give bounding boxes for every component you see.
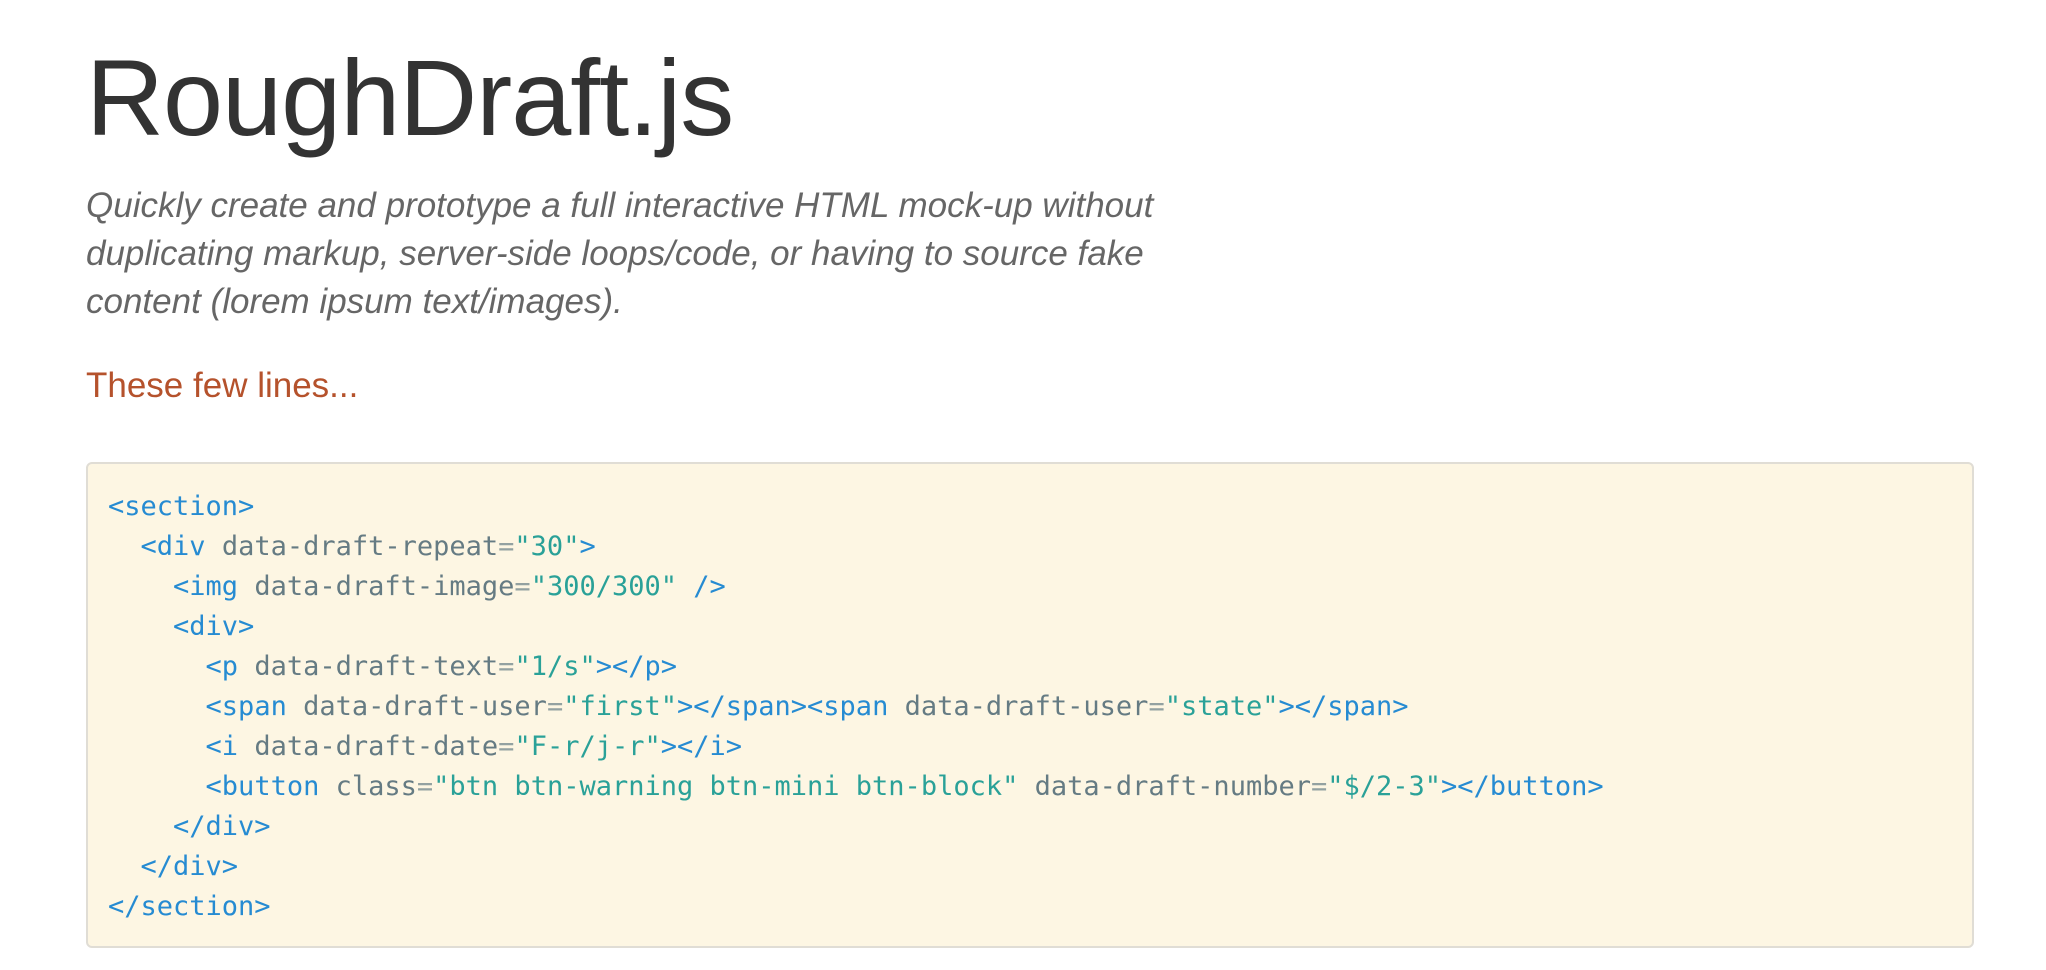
code-token-tag: <button — [205, 771, 320, 802]
code-token-str: "first" — [563, 691, 677, 722]
code-token-tag: </section> — [108, 891, 271, 922]
section-heading: These few lines... — [86, 366, 359, 405]
code-token-attr: data-draft-text — [254, 651, 499, 682]
code-token-attr: data-draft-number — [1034, 771, 1311, 802]
code-token-str: "btn btn-warning btn-mini btn-block" — [433, 771, 1019, 802]
code-token-str: "state" — [1164, 691, 1279, 722]
code-token-str: "$/2-3" — [1327, 771, 1442, 802]
code-line: </div> — [108, 847, 1952, 887]
code-token-eq: = — [416, 771, 434, 802]
code-token-str: "300/300" — [530, 571, 677, 602]
code-token-eq: = — [498, 651, 515, 682]
code-token-tag: <section> — [108, 491, 255, 522]
code-line: <p data-draft-text="1/s"></p> — [108, 647, 1952, 687]
code-token-str: "1/s" — [514, 651, 596, 682]
code-token-tag: ></p> — [595, 651, 677, 682]
page-title: RoughDraft.js — [86, 37, 734, 158]
code-token-tag: <p — [205, 651, 239, 682]
code-line: <div> — [108, 607, 1952, 647]
code-token-eq: = — [498, 731, 515, 762]
code-line: <button class="btn btn-warning btn-mini … — [108, 767, 1952, 807]
code-token-attr: class — [335, 771, 417, 802]
code-token-tag: ></span><span — [677, 691, 889, 722]
code-token-tag: <i — [205, 731, 239, 762]
code-token-tag: ></button> — [1441, 771, 1604, 802]
code-token-tag: <div> — [173, 611, 255, 642]
code-line: </section> — [108, 887, 1952, 927]
code-token-attr: data-draft-repeat — [221, 531, 499, 562]
code-token-tag: /> — [693, 571, 726, 602]
code-token-tag: </div> — [173, 811, 271, 842]
code-block[interactable]: <section> <div data-draft-repeat="30"> <… — [86, 462, 1974, 948]
tagline: Quickly create and prototype a full inte… — [86, 186, 1154, 321]
code-line: <i data-draft-date="F-r/j-r"></i> — [108, 727, 1952, 767]
code-token-attr: data-draft-date — [254, 731, 499, 762]
code-token-eq: = — [1148, 691, 1165, 722]
code-token-tag: </div> — [140, 851, 239, 882]
code-token-str: "30" — [514, 531, 580, 562]
code-token-tag: <div — [140, 531, 206, 562]
code-token-tag: <img — [173, 571, 239, 602]
code-token-attr: data-draft-user — [303, 691, 547, 722]
code-token-eq: = — [498, 531, 515, 562]
code-body: <section> <div data-draft-repeat="30"> <… — [108, 487, 1952, 927]
code-line: </div> — [108, 807, 1952, 847]
code-token-eq: = — [1310, 771, 1328, 802]
code-token-attr: data-draft-image — [254, 571, 515, 602]
code-token-eq: = — [546, 691, 564, 722]
code-line: <img data-draft-image="300/300" /> — [108, 567, 1952, 607]
code-token-tag: <span — [205, 691, 287, 722]
code-token-tag: > — [579, 531, 596, 562]
code-token-tag: ></span> — [1278, 691, 1409, 722]
code-line: <div data-draft-repeat="30"> — [108, 527, 1952, 567]
code-token-attr: data-draft-user — [904, 691, 1149, 722]
code-line: <section> — [108, 487, 1952, 527]
code-token-eq: = — [514, 571, 531, 602]
code-token-str: "F-r/j-r" — [514, 731, 661, 762]
code-line: <span data-draft-user="first"></span><sp… — [108, 687, 1952, 727]
code-token-tag: ></i> — [660, 731, 743, 762]
